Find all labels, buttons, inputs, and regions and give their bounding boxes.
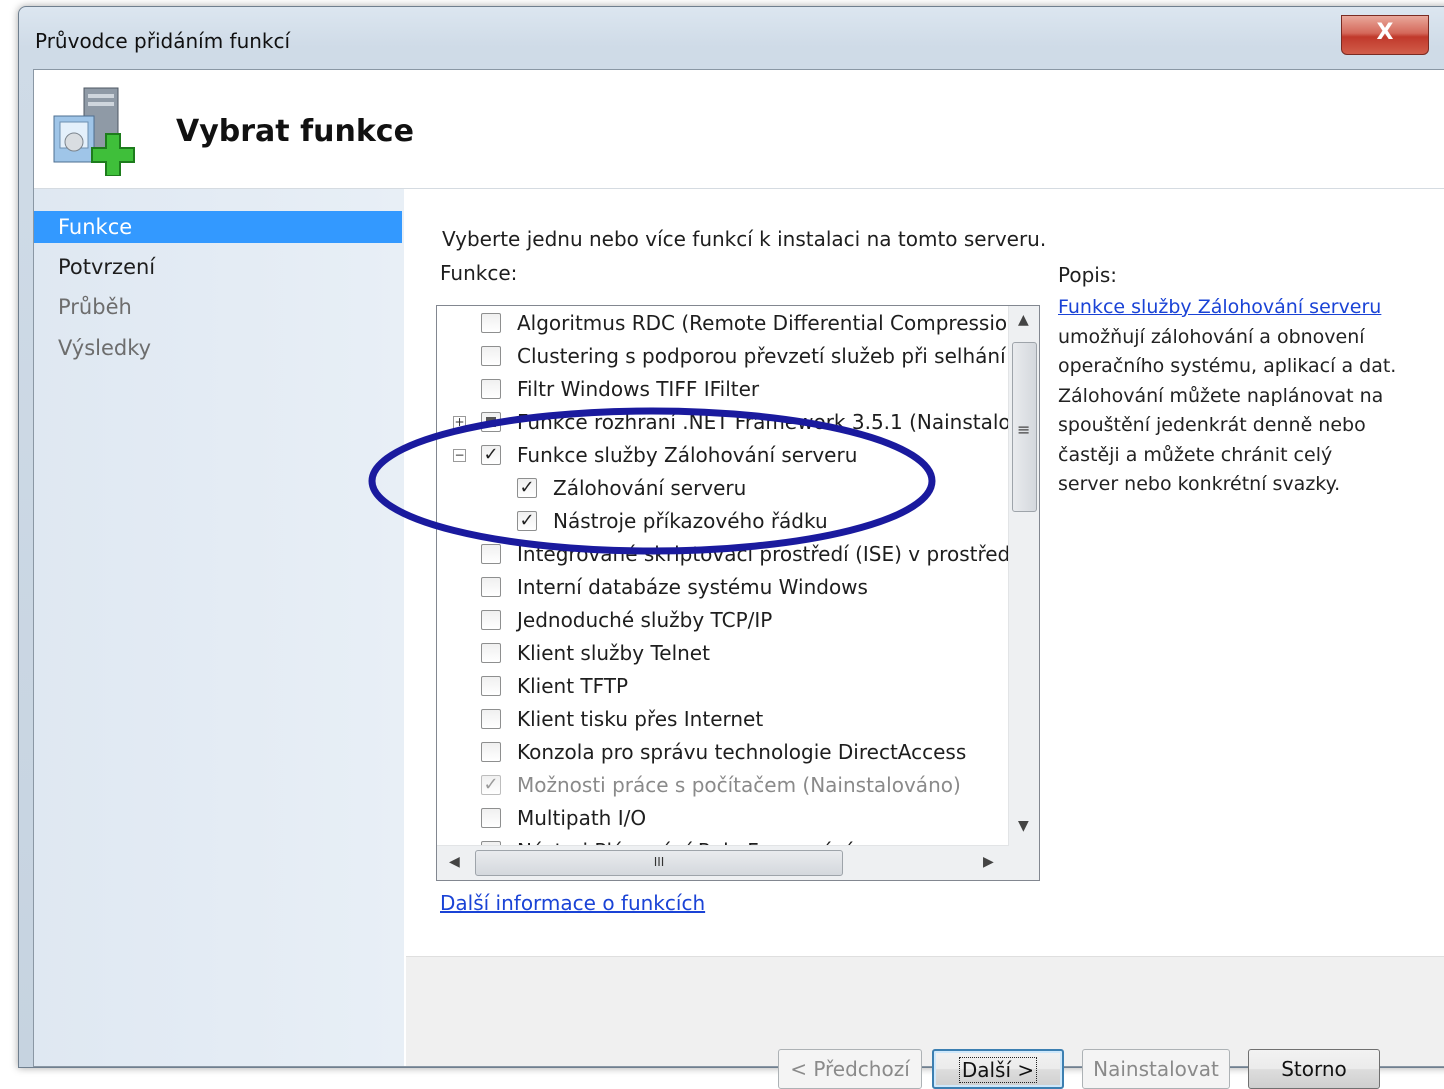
- scroll-down-arrow-icon[interactable]: ▼: [1018, 818, 1029, 834]
- feature-checkbox: ✓: [481, 775, 501, 795]
- nav-step-vysledky: Výsledky: [58, 336, 152, 360]
- wizard-header: Vybrat funkce: [34, 70, 1444, 189]
- wizard-steps-nav: Funkce Potvrzení Průběh Výsledky: [34, 189, 404, 1066]
- horizontal-scrollbar[interactable]: ◀ III ▶: [437, 845, 1009, 880]
- feature-label: Multipath I/O: [517, 806, 647, 830]
- feature-row[interactable]: ✓ Možnosti práce s počítačem (Nainstalová…: [437, 769, 1009, 802]
- feature-label: Klient služby Telnet: [517, 641, 710, 665]
- scroll-left-arrow-icon[interactable]: ◀: [449, 854, 460, 870]
- horizontal-scroll-thumb[interactable]: III: [475, 850, 843, 876]
- scroll-corner: [1009, 846, 1039, 880]
- feature-row[interactable]: Klient tisku přes Internet: [437, 703, 1009, 736]
- feature-label: Algoritmus RDC (Remote Differential Comp…: [517, 311, 1009, 335]
- feature-checkbox[interactable]: ✓: [517, 511, 537, 531]
- more-info-link[interactable]: Další informace o funkcích: [440, 891, 705, 915]
- feature-row[interactable]: Klient služby Telnet: [437, 637, 1009, 670]
- feature-label: Interní databáze systému Windows: [517, 575, 868, 599]
- description-panel: Funkce služby Zálohování serveru umožňuj…: [1058, 293, 1398, 500]
- feature-row[interactable]: Algoritmus RDC (Remote Differential Comp…: [437, 307, 1009, 340]
- cancel-button[interactable]: Storno: [1248, 1049, 1380, 1089]
- feature-row[interactable]: + Funkce rozhraní .NET Framework 3.5.1 (N…: [437, 406, 1009, 439]
- description-text: umožňují zálohování a obnovení operačníh…: [1058, 325, 1397, 496]
- window-title: Průvodce přidáním funkcí: [35, 29, 291, 53]
- feature-checkbox[interactable]: ✓: [517, 478, 537, 498]
- scroll-right-arrow-icon[interactable]: ▶: [983, 854, 994, 870]
- feature-label: Klient tisku přes Internet: [517, 707, 764, 731]
- feature-checkbox[interactable]: [481, 676, 501, 696]
- back-button[interactable]: < Předchozí: [778, 1049, 922, 1089]
- page-title: Vybrat funkce: [176, 114, 414, 149]
- nav-step-potvrzeni[interactable]: Potvrzení: [34, 251, 402, 283]
- feature-checkbox[interactable]: [481, 412, 501, 432]
- feature-label: Zálohování serveru: [553, 476, 747, 500]
- intro-text: Vyberte jednu nebo více funkcí k instala…: [442, 227, 1047, 251]
- scroll-grip-icon: ≡: [1017, 420, 1031, 439]
- feature-label: Možnosti práce s počítačem (Nainstalován…: [517, 773, 961, 797]
- feature-row[interactable]: Filtr Windows TIFF IFilter: [437, 373, 1009, 406]
- close-button[interactable]: X: [1341, 15, 1429, 55]
- feature-checkbox[interactable]: [481, 346, 501, 366]
- expand-icon[interactable]: +: [453, 416, 466, 429]
- collapse-icon[interactable]: −: [453, 449, 466, 462]
- feature-checkbox[interactable]: [481, 610, 501, 630]
- feature-row[interactable]: Konzola pro správu technologie DirectAcc…: [437, 736, 1009, 769]
- feature-row[interactable]: Clustering s podporou převzetí služeb př…: [437, 340, 1009, 373]
- feature-row[interactable]: Multipath I/O: [437, 802, 1009, 835]
- feature-row[interactable]: ✓ Zálohování serveru: [437, 472, 1009, 505]
- server-add-icon: [53, 87, 135, 176]
- feature-checkbox[interactable]: [481, 808, 501, 828]
- feature-row[interactable]: Jednoduché služby TCP/IP: [437, 604, 1009, 637]
- feature-label: Funkce rozhraní .NET Framework 3.5.1 (Na…: [517, 410, 1009, 434]
- feature-label: Konzola pro správu technologie DirectAcc…: [517, 740, 967, 764]
- wizard-client-area: Vybrat funkce Funkce Potvrzení Průběh Vý…: [33, 69, 1444, 1089]
- nav-step-prubeh: Průběh: [58, 295, 132, 319]
- features-label: Funkce:: [440, 261, 518, 285]
- wizard-window: Průvodce přidáním funkcí X Vybrat funkce…: [18, 6, 1444, 1089]
- feature-row[interactable]: − ✓ Funkce služby Zálohování serveru: [437, 439, 1009, 472]
- features-rows: Algoritmus RDC (Remote Differential Comp…: [437, 306, 1009, 846]
- feature-checkbox[interactable]: [481, 379, 501, 399]
- feature-label: Funkce služby Zálohování serveru: [517, 443, 858, 467]
- feature-checkbox[interactable]: [481, 577, 501, 597]
- feature-row[interactable]: ✓ Nástroje příkazového řádku: [437, 505, 1009, 538]
- feature-checkbox[interactable]: [481, 313, 501, 333]
- feature-checkbox[interactable]: [481, 544, 501, 564]
- nav-step-funkce[interactable]: Funkce: [34, 211, 402, 243]
- feature-row[interactable]: Integrované skriptovací prostředí (ISE) …: [437, 538, 1009, 571]
- description-label: Popis:: [1058, 263, 1117, 287]
- scroll-up-arrow-icon[interactable]: ▲: [1018, 312, 1029, 328]
- install-button[interactable]: Nainstalovat: [1082, 1049, 1230, 1089]
- vertical-scrollbar[interactable]: ▲ ≡ ▼: [1008, 306, 1039, 846]
- wizard-content: Vyberte jednu nebo více funkcí k instala…: [406, 189, 1444, 955]
- feature-label: Nástroje příkazového řádku: [553, 509, 828, 533]
- features-tree[interactable]: Algoritmus RDC (Remote Differential Comp…: [436, 305, 1040, 881]
- feature-checkbox[interactable]: ✓: [481, 445, 501, 465]
- feature-checkbox[interactable]: [481, 643, 501, 663]
- feature-checkbox[interactable]: [481, 742, 501, 762]
- feature-checkbox[interactable]: [481, 709, 501, 729]
- feature-label: Filtr Windows TIFF IFilter: [517, 377, 760, 401]
- feature-label: Jednoduché služby TCP/IP: [517, 608, 773, 632]
- feature-label: Integrované skriptovací prostředí (ISE) …: [517, 542, 1009, 566]
- next-button[interactable]: Další >: [932, 1049, 1064, 1089]
- feature-label: Clustering s podporou převzetí služeb př…: [517, 344, 1006, 368]
- next-button-label: Další >: [958, 1057, 1038, 1083]
- wizard-footer: < Předchozí Další > Nainstalovat Storno: [406, 956, 1444, 1089]
- feature-label: Klient TFTP: [517, 674, 629, 698]
- feature-row[interactable]: Interní databáze systému Windows: [437, 571, 1009, 604]
- description-link[interactable]: Funkce služby Zálohování serveru: [1058, 296, 1381, 318]
- feature-row[interactable]: Klient TFTP: [437, 670, 1009, 703]
